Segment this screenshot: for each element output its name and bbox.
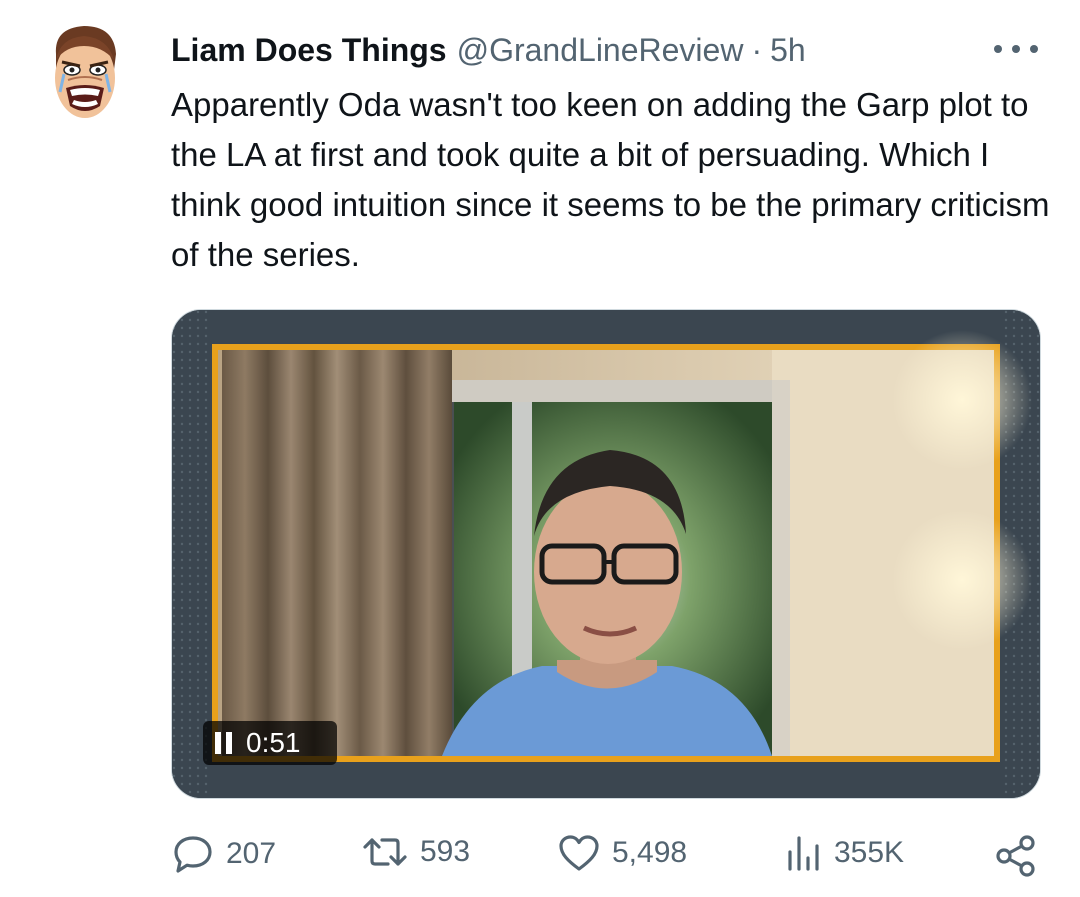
tweet-text: Apparently Oda wasn't too keen on adding… [171,86,1050,273]
heart-icon [559,835,599,871]
video-elapsed-time: 0:51 [246,727,301,758]
views-icon [788,836,819,871]
reply-button[interactable]: 207 [172,834,276,874]
repost-count: 593 [420,835,471,868]
author-handle[interactable]: @GrandLineReview [457,32,744,69]
repost-button[interactable]: 593 [362,834,470,870]
video-time-badge[interactable]: 0:51 [203,721,337,765]
share-button[interactable] [994,834,1050,878]
pause-icon[interactable] [215,732,232,754]
more-icon[interactable] [994,34,1038,64]
reply-count: 207 [226,837,277,870]
header-separator: · [751,31,763,68]
like-button[interactable]: 5,498 [558,834,687,872]
like-count: 5,498 [612,836,688,869]
tweet-header: Liam Does Things @GrandLineReview · 5h [171,28,1040,72]
author-avatar[interactable] [44,20,126,126]
reply-icon [174,836,212,873]
views-button[interactable]: 355K [786,834,904,872]
share-icon [996,835,1035,877]
author-name[interactable]: Liam Does Things [171,32,447,69]
tweet-action-bar: 207 593 5,498 355K [0,826,1080,886]
tweet-timestamp[interactable]: 5h [770,32,806,69]
views-count: 355K [834,836,905,869]
repost-icon [363,838,407,866]
